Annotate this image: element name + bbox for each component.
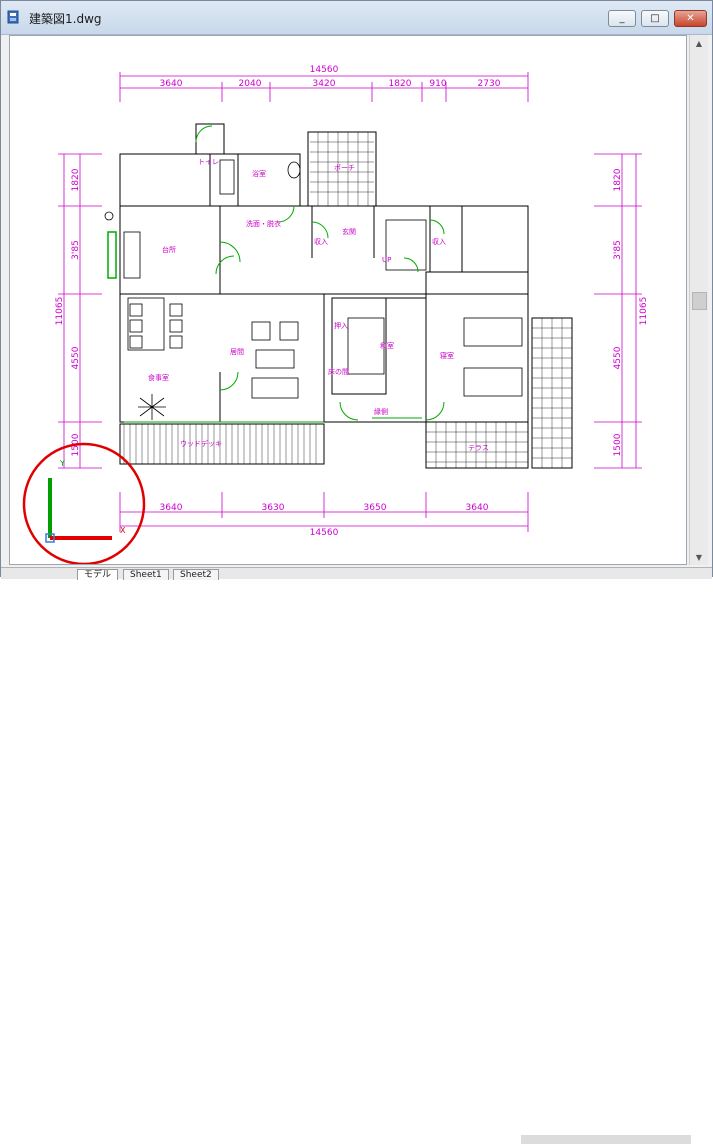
scroll-up-icon[interactable]: ▲	[690, 35, 708, 51]
dim-top-1: 3640	[160, 79, 183, 89]
room-alcove: 床の間	[328, 367, 349, 376]
dim-left-1: 1820	[71, 168, 81, 191]
dim-top-5: 910	[429, 79, 446, 89]
room-storage2: 収入	[432, 238, 446, 246]
dim-right-1: 1820	[613, 168, 623, 191]
scroll-down-icon[interactable]: ▼	[690, 549, 708, 565]
plant-symbol	[138, 394, 166, 420]
room-entrance: 玄関	[342, 227, 356, 236]
dim-bottom-overall: 14560	[310, 528, 339, 538]
dim-bottom-1: 3640	[160, 503, 183, 513]
room-bedroom: 寝室	[440, 351, 454, 360]
drawing-canvas[interactable]: 14560 3640 2040 3420 1820 910 2730 3640 …	[9, 35, 687, 565]
ucs-icon: Y X	[45, 459, 126, 543]
room-storage1: 収入	[314, 238, 328, 246]
tab-sheet1[interactable]: Sheet1	[123, 569, 169, 580]
highlight-circle	[22, 442, 146, 564]
room-tatami: 和室	[380, 341, 394, 350]
ucs-x-label: X	[120, 526, 126, 535]
minimize-button[interactable]: _	[608, 10, 636, 27]
room-kitchen: 台所	[162, 245, 176, 254]
tab-sheet2[interactable]: Sheet2	[173, 569, 219, 580]
vertical-scrollbar[interactable]: ▲ ▼	[689, 35, 708, 565]
floor-plan-drawing: 14560 3640 2040 3420 1820 910 2730 3640 …	[22, 65, 649, 564]
north-marker	[104, 211, 114, 221]
dim-left-4: 4550	[71, 346, 81, 369]
room-labels: トイレ 浴室 ポーチ 洗面・脱衣 収入 玄関 収入 台所 居間 食事室 和室 押…	[148, 158, 489, 452]
close-button[interactable]: ✕	[674, 10, 707, 27]
dim-right-2: 3'85	[613, 240, 623, 260]
dim-top-3: 3420	[313, 79, 336, 89]
window-title: 建築図1.dwg	[29, 12, 102, 26]
maximize-button[interactable]: □	[641, 10, 669, 27]
dim-top-2: 2040	[239, 79, 262, 89]
furniture	[123, 159, 523, 399]
scroll-thumb[interactable]	[692, 292, 707, 310]
maximize-icon: □	[650, 13, 660, 24]
room-engawa: 縁側	[374, 407, 388, 416]
room-toilet: トイレ	[198, 158, 219, 166]
dimension-lines	[58, 72, 642, 532]
tab-model[interactable]: モデル	[77, 569, 119, 580]
walls	[119, 123, 573, 469]
room-closet: 押入	[334, 321, 348, 330]
dimension-texts: 14560 3640 2040 3420 1820 910 2730 3640 …	[55, 65, 649, 538]
dim-right-overall: 11065	[639, 297, 649, 326]
dim-bottom-2: 3630	[262, 503, 285, 513]
drawing-file-icon	[7, 10, 19, 24]
room-porch: ポーチ	[334, 164, 355, 172]
stair-up-label: UP	[382, 256, 391, 264]
close-icon: ✕	[686, 13, 695, 24]
dim-top-4: 1820	[389, 79, 412, 89]
dim-top-6: 2730	[478, 79, 501, 89]
title-bar: 建築図1.dwg _ □ ✕	[1, 1, 712, 35]
dim-top-overall: 14560	[310, 65, 339, 75]
ucs-y-label: Y	[59, 459, 65, 468]
dim-left-2: 3'85	[71, 240, 81, 260]
minimize-icon: _	[619, 13, 625, 24]
horizontal-scrollbar[interactable]	[521, 1135, 691, 1144]
room-terrace: テラス	[468, 444, 489, 452]
room-bath: 浴室	[252, 169, 266, 178]
room-washroom: 洗面・脱衣	[246, 219, 281, 228]
dim-bottom-3: 3650	[364, 503, 387, 513]
dim-left-overall: 11065	[55, 297, 65, 326]
room-living: 居間	[230, 348, 244, 356]
dim-right-4: 4550	[613, 346, 623, 369]
dim-bottom-4: 3640	[466, 503, 489, 513]
layout-tabs: モデル Sheet1 Sheet2	[1, 567, 712, 1144]
cad-window: 建築図1.dwg _ □ ✕ 14560 3640 2040 3420 1820…	[0, 0, 713, 1144]
room-deck: ウッドデッキ	[180, 439, 222, 448]
dim-right-5: 1500	[613, 433, 623, 456]
room-dining: 食事室	[148, 373, 169, 382]
